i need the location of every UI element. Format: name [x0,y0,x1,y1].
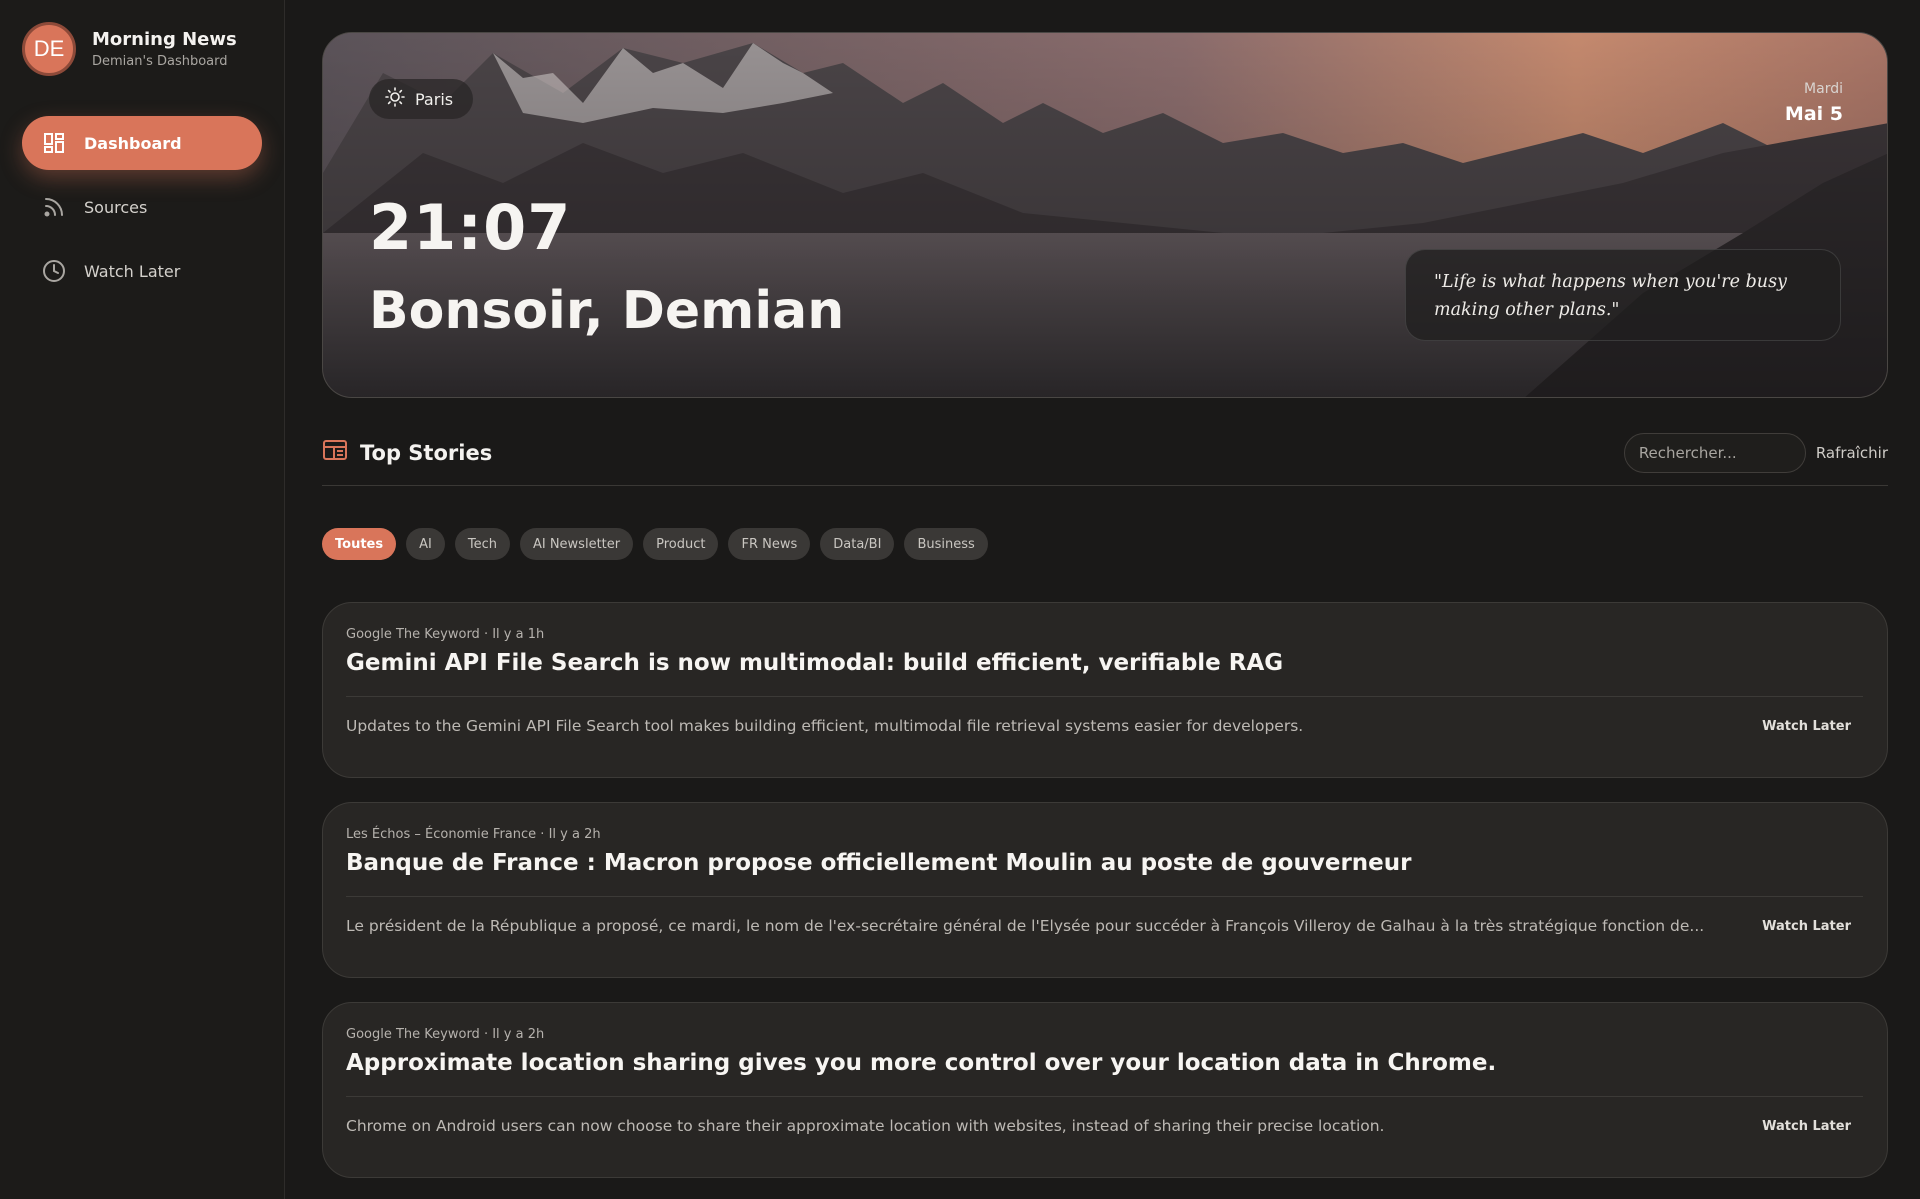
brand: DE Morning News Demian's Dashboard [22,22,262,76]
filter-chips: Toutes AI Tech AI Newsletter Product FR … [322,528,1888,560]
filter-chip-toutes[interactable]: Toutes [322,528,397,560]
story-description: Updates to the Gemini API File Search to… [346,717,1304,735]
story-age: Il y a 1h [492,627,545,642]
sun-icon [385,87,405,111]
nav-item-watch-later[interactable]: Watch Later [22,244,262,298]
filter-chip-fr-news[interactable]: FR News [728,528,811,560]
story-title[interactable]: Banque de France : Macron propose offici… [346,850,1863,876]
dashboard-grid-icon [42,131,66,155]
quote-card: "Life is what happens when you're busy m… [1405,249,1841,341]
filter-chip-product[interactable]: Product [643,528,719,560]
sidebar: DE Morning News Demian's Dashboard Dashb… [0,0,285,1199]
divider [346,896,1863,897]
story-meta: Google The Keyword · Il y a 1h [346,627,545,642]
hero-banner: Paris Mardi Mai 5 21:07 Bonsoir, Demian … [322,32,1888,398]
story-list: Google The Keyword · Il y a 1h Gemini AP… [322,602,1888,1178]
story-age: Il y a 2h [548,827,601,842]
weekday: Mardi [1804,81,1843,97]
filter-chip-tech[interactable]: Tech [454,528,510,560]
story-source: Google The Keyword [346,627,480,642]
main-content: Paris Mardi Mai 5 21:07 Bonsoir, Demian … [285,0,1920,1199]
section-title-text: Top Stories [360,440,493,465]
story-footer: Chrome on Android users can now choose t… [346,1117,1863,1135]
refresh-button[interactable]: Rafraîchir [1816,444,1888,462]
story-age: Il y a 2h [492,1027,545,1042]
story-card[interactable]: Google The Keyword · Il y a 2h Approxima… [322,1002,1888,1178]
greeting: Bonsoir, Demian [369,281,845,341]
nav-item-sources[interactable]: Sources [22,180,262,234]
story-meta: Les Échos – Économie France · Il y a 2h [346,827,601,842]
divider [346,696,1863,697]
brand-title: Morning News [92,29,237,50]
section-tools: Rafraîchir [1623,432,1888,473]
avatar[interactable]: DE [22,22,76,76]
filter-chip-data-bi[interactable]: Data/BI [820,528,895,560]
story-description: Le président de la République a proposé,… [346,917,1705,935]
nav-item-label: Watch Later [84,261,181,281]
location-badge[interactable]: Paris [369,79,474,119]
search-input[interactable] [1623,432,1806,473]
nav-item-label: Sources [84,197,148,217]
watch-later-button[interactable]: Watch Later [1762,1119,1851,1134]
story-meta: Google The Keyword · Il y a 2h [346,1027,545,1042]
filter-chip-ai-newsletter[interactable]: AI Newsletter [519,528,634,560]
clock-time: 21:07 [369,191,572,264]
top-stories-header: Top Stories Rafraîchir [322,432,1888,486]
date-display: Mardi Mai 5 [1785,81,1843,125]
divider [346,1096,1863,1097]
brand-subtitle: Demian's Dashboard [92,54,228,69]
clock-icon [42,259,66,283]
date: Mai 5 [1784,103,1843,125]
story-source: Les Échos – Économie France [346,827,537,842]
story-card[interactable]: Google The Keyword · Il y a 1h Gemini AP… [322,602,1888,778]
story-source: Google The Keyword [346,1027,480,1042]
filter-chip-business[interactable]: Business [904,528,988,560]
section-title: Top Stories [322,439,492,466]
story-card[interactable]: Les Échos – Économie France · Il y a 2h … [322,802,1888,978]
filter-chip-ai[interactable]: AI [406,528,445,560]
nav-item-label: Dashboard [84,133,182,153]
story-description: Chrome on Android users can now choose t… [346,1117,1385,1135]
story-title[interactable]: Gemini API File Search is now multimodal… [346,650,1863,676]
story-title[interactable]: Approximate location sharing gives you m… [346,1050,1863,1076]
rss-icon [42,195,66,219]
app-root: DE Morning News Demian's Dashboard Dashb… [0,0,1920,1199]
story-footer: Updates to the Gemini API File Search to… [346,717,1863,735]
watch-later-button[interactable]: Watch Later [1762,719,1851,734]
location-name: Paris [415,89,454,109]
nav-item-dashboard[interactable]: Dashboard [22,116,262,170]
story-footer: Le président de la République a proposé,… [346,917,1863,935]
watch-later-button[interactable]: Watch Later [1762,919,1851,934]
newspaper-icon [322,439,348,466]
